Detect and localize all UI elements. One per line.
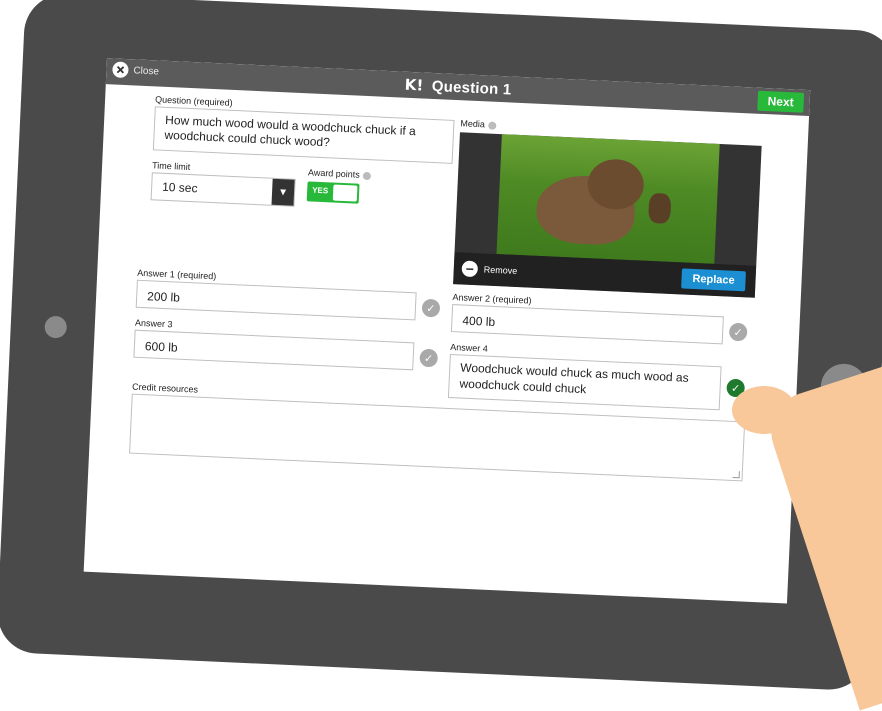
time-limit-value: 10 sec bbox=[161, 179, 198, 196]
toggle-yes-label: YES bbox=[311, 185, 329, 196]
answer-1-input[interactable]: 200 lb bbox=[135, 279, 417, 321]
answer-3-correct-toggle[interactable]: ✓ bbox=[419, 348, 439, 368]
answer-2-label: Answer 2 (required) bbox=[452, 292, 532, 306]
app-screen: Close K! Question 1 Next Question (requi… bbox=[83, 58, 811, 604]
camera-dot bbox=[44, 315, 68, 339]
check-icon: ✓ bbox=[730, 382, 741, 395]
next-button[interactable]: Next bbox=[757, 90, 805, 113]
award-points-text: Award points bbox=[307, 167, 361, 180]
answer-2-input[interactable]: 400 lb bbox=[450, 304, 724, 345]
answer-2-correct-toggle[interactable]: ✓ bbox=[728, 322, 748, 342]
award-points-label: Award points bbox=[308, 167, 371, 180]
remove-label: Remove bbox=[483, 264, 518, 276]
minus-icon: − bbox=[461, 260, 479, 278]
question-label: Question (required) bbox=[154, 94, 233, 108]
info-icon bbox=[487, 121, 497, 130]
credit-resources-label: Credit resources bbox=[131, 381, 199, 395]
check-icon: ✓ bbox=[733, 326, 744, 339]
award-points-toggle[interactable]: YES bbox=[306, 181, 360, 204]
media-label-text: Media bbox=[460, 118, 486, 130]
question-input[interactable]: How much wood would a woodchuck chuck if… bbox=[152, 106, 455, 164]
media-label: Media bbox=[460, 118, 497, 130]
kahoot-logo: K! bbox=[404, 75, 424, 95]
time-limit-label: Time limit bbox=[151, 160, 191, 173]
answer-3-label: Answer 3 bbox=[134, 317, 173, 330]
groundhog-image bbox=[496, 134, 720, 264]
resize-handle-icon[interactable] bbox=[732, 470, 740, 479]
answer-1-label: Answer 1 (required) bbox=[137, 267, 217, 282]
info-icon bbox=[362, 171, 371, 180]
groundhog-paw bbox=[648, 192, 672, 224]
tablet-frame: Close K! Question 1 Next Question (requi… bbox=[0, 0, 882, 692]
top-bar: Close K! Question 1 Next bbox=[105, 58, 811, 117]
remove-media-button[interactable]: − Remove bbox=[461, 260, 517, 279]
replace-media-button[interactable]: Replace bbox=[681, 268, 746, 292]
answer-3-input[interactable]: 600 lb bbox=[133, 329, 415, 371]
time-limit-select[interactable]: 10 sec ▼ bbox=[150, 172, 296, 207]
check-icon: ✓ bbox=[423, 352, 434, 365]
page-title-text: Question 1 bbox=[431, 77, 512, 99]
chevron-down-icon: ▼ bbox=[271, 178, 295, 206]
answer-4-input[interactable]: Woodchuck would chuck as much wood as wo… bbox=[447, 353, 722, 411]
check-icon: ✓ bbox=[426, 302, 436, 315]
media-panel: − Remove Replace bbox=[453, 132, 762, 298]
fingertip bbox=[732, 386, 796, 434]
toggle-knob bbox=[332, 184, 358, 202]
answer-1-correct-toggle[interactable]: ✓ bbox=[421, 298, 441, 318]
answer-4-label: Answer 4 bbox=[450, 342, 488, 354]
